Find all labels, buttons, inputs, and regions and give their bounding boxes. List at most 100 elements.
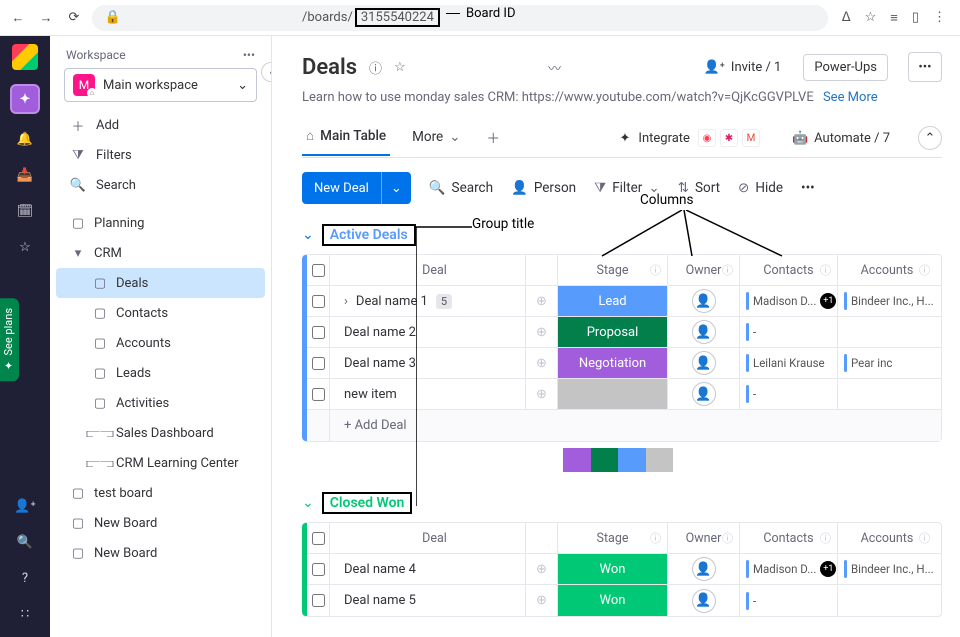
add-button[interactable]: ＋Add [56,110,265,140]
integration-app-icon[interactable]: ◉ [698,129,716,147]
owner-cell[interactable]: 👤 [668,379,740,409]
owner-cell[interactable]: 👤 [668,348,740,378]
share-icon[interactable]: ᐃ [842,10,851,26]
sidebar-item-planning[interactable]: ▢Planning [56,208,265,238]
integrate-button[interactable]: ✦Integrate ◉ ✱ M [620,129,760,147]
filters-button[interactable]: ⧩Filters [56,140,265,170]
select-all-checkbox[interactable] [312,264,325,277]
table-row[interactable]: Deal name 3 ⊕ Negotiation 👤 Leilani Krau… [302,348,941,379]
row-checkbox[interactable] [312,357,325,370]
see-more-link[interactable]: See More [823,90,878,105]
accounts-cell[interactable] [838,379,936,409]
collapse-group-icon[interactable]: ⌄ [302,495,314,511]
sidebar-item-accounts[interactable]: ▢Accounts [56,328,265,358]
new-deal-button[interactable]: New Deal ⌄ [302,172,411,204]
stage-cell[interactable]: Lead [558,286,668,316]
stage-cell[interactable] [558,379,668,409]
workspace-selector[interactable]: M⌂ Main workspace ⌄ [64,68,257,102]
tab-main-table[interactable]: ⌂Main Table [302,120,390,156]
accounts-cell[interactable] [838,585,936,616]
add-item-row[interactable]: + Add Deal [302,410,941,441]
info-icon[interactable]: ⓘ [369,58,382,77]
add-subitem-icon[interactable]: ⊕ [536,387,547,402]
new-deal-dropdown[interactable]: ⌄ [381,172,411,204]
stage-cell[interactable]: Negotiation [558,348,668,378]
power-ups-button[interactable]: Power-Ups [803,54,888,81]
add-subitem-icon[interactable]: ⊕ [536,562,547,577]
select-all-checkbox[interactable] [312,532,325,545]
accounts-cell[interactable]: Pear inc [838,348,936,378]
tab-add[interactable]: ＋ [483,119,505,157]
workspace-avatar[interactable]: ✦ [10,84,40,114]
owner-cell[interactable]: 👤 [668,317,740,347]
tab-more[interactable]: More⌄ [408,121,464,155]
board-menu-button[interactable]: ••• [908,52,942,82]
apps-icon[interactable]: ∷ [14,603,36,625]
invite-button[interactable]: 👤⁺Invite / 1 [703,60,781,75]
collapse-sidebar-button[interactable]: ‹ [261,62,272,82]
inbox-icon[interactable]: 📥 [14,164,36,186]
table-row[interactable]: new item ⊕ 👤 - [302,379,941,410]
row-checkbox[interactable] [312,295,325,308]
table-row[interactable]: ›Deal name 15 ⊕ Lead 👤 Madison D...+1 Bi… [302,286,941,317]
add-subitem-icon[interactable]: ⊕ [536,356,547,371]
table-row[interactable]: Deal name 5 ⊕ Won 👤 - [302,585,941,616]
star-icon[interactable]: ☆ [865,10,877,26]
contacts-cell[interactable]: Leilani Krause [740,348,838,378]
sort-button[interactable]: ⇅Sort [678,180,720,196]
accounts-cell[interactable] [838,317,936,347]
toolbar-menu-button[interactable]: ••• [801,180,815,196]
hide-button[interactable]: ⊘Hide [738,180,783,196]
workspace-menu-icon[interactable]: ••• [243,48,255,62]
contacts-cell[interactable]: - [740,317,838,347]
collapse-header-button[interactable]: ⌃ [918,126,942,150]
forward-icon[interactable]: → [36,10,56,26]
sidebar-item-deals[interactable]: ▢Deals [56,268,265,298]
accounts-cell[interactable]: Bindeer Inc., H... [838,286,936,316]
owner-cell[interactable]: 👤 [668,554,740,584]
add-subitem-icon[interactable]: ⊕ [536,294,547,309]
contacts-cell[interactable]: - [740,585,838,616]
address-bar[interactable]: 🔒 /boards/ 3155540224 [92,5,828,31]
table-row[interactable]: Deal name 4 ⊕ Won 👤 Madison D...+1 Binde… [302,554,941,585]
sidebar-item-new-board[interactable]: ▢New Board [56,508,265,538]
playlist-icon[interactable]: ≡ [890,10,898,26]
group-title[interactable]: Active Deals [330,227,408,243]
owner-cell[interactable]: 👤 [668,585,740,616]
accounts-cell[interactable]: Bindeer Inc., H... [838,554,936,584]
stage-cell[interactable]: Proposal [558,317,668,347]
stage-cell[interactable]: Won [558,585,668,616]
search-toolbar-button[interactable]: 🔍Search [429,180,493,196]
menu-icon[interactable]: ⋮ [933,10,946,26]
filter-button[interactable]: ⧩Filter⌄ [594,180,660,196]
owner-cell[interactable]: 👤 [668,286,740,316]
search-nav-icon[interactable]: 🔍 [14,531,36,553]
add-subitem-icon[interactable]: ⊕ [536,325,547,340]
contacts-cell[interactable]: - [740,379,838,409]
search-button[interactable]: 🔍Search [56,170,265,200]
add-subitem-icon[interactable]: ⊕ [536,593,547,608]
back-icon[interactable]: ← [8,10,28,26]
automate-button[interactable]: 🤖Automate / 7 [792,131,890,146]
app-logo[interactable] [12,44,38,70]
integration-gmail-icon[interactable]: M [742,129,760,147]
sidebar-item-new-board[interactable]: ▢New Board [56,538,265,568]
stage-cell[interactable]: Won [558,554,668,584]
favorite-icon[interactable]: ☆ [394,60,406,75]
collapse-group-icon[interactable]: ⌄ [302,227,314,243]
see-plans-button[interactable]: ✦ See plans [0,298,19,381]
reload-icon[interactable]: ⟳ [64,10,84,25]
row-checkbox[interactable] [312,594,325,607]
invite-user-icon[interactable]: 👤⁺ [14,495,36,517]
sidebar-item-crm[interactable]: ▾CRM [56,238,265,268]
sidebar-item-activities[interactable]: ▢Activities [56,388,265,418]
panel-icon[interactable]: ▯ [912,10,919,26]
sidebar-item-sales-dashboard[interactable]: ⫍⫎Sales Dashboard [56,418,265,448]
calendar-icon[interactable]: 🗓 [14,200,36,222]
integration-slack-icon[interactable]: ✱ [720,129,738,147]
row-checkbox[interactable] [312,326,325,339]
group-title[interactable]: Closed Won [330,495,405,511]
sidebar-item-crm-learning-center[interactable]: ⫍⫎CRM Learning Center [56,448,265,478]
sidebar-item-test-board[interactable]: ▢test board [56,478,265,508]
help-icon[interactable]: ? [14,567,36,589]
